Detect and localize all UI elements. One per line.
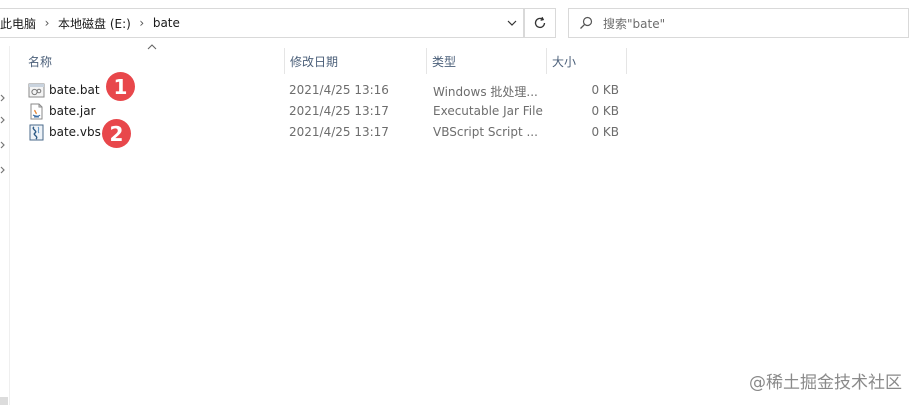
address-bar[interactable]: 此电脑 › 本地磁盘 (E:) › bate (0, 8, 524, 38)
file-type: Executable Jar File (433, 104, 543, 118)
column-divider[interactable] (626, 48, 627, 74)
navigation-pane[interactable] (0, 46, 10, 405)
file-size: 0 KB (591, 125, 619, 139)
annotation-marker-2: 2 (102, 119, 131, 148)
jar-file-icon (30, 103, 43, 120)
batch-file-icon (28, 83, 45, 98)
expand-chevron-icon[interactable] (0, 94, 6, 102)
file-type: Windows 批处理... (433, 85, 538, 99)
expand-chevron-icon[interactable] (0, 116, 6, 124)
column-header-name[interactable]: 名称 (22, 48, 284, 74)
breadcrumb-separator-icon[interactable]: › (36, 16, 58, 30)
breadcrumb: 此电脑 › 本地磁盘 (E:) › bate (0, 9, 180, 37)
refresh-icon (534, 16, 546, 29)
expand-chevron-icon[interactable] (0, 166, 6, 174)
breadcrumb-separator-icon[interactable]: › (131, 16, 153, 30)
watermark: @稀土掘金技术社区 (749, 373, 902, 393)
refresh-button[interactable] (524, 8, 556, 38)
expand-chevron-icon[interactable] (0, 141, 6, 149)
file-date: 2021/4/25 13:17 (289, 125, 389, 139)
column-header-type[interactable]: 类型 (426, 48, 546, 74)
breadcrumb-this-pc[interactable]: 此电脑 (0, 15, 36, 32)
column-header-date[interactable]: 修改日期 (284, 48, 426, 74)
breadcrumb-local-disk-e[interactable]: 本地磁盘 (E:) (58, 15, 131, 32)
search-box[interactable]: 搜索"bate" (568, 8, 909, 38)
file-size: 0 KB (591, 83, 619, 97)
annotation-marker-1: 1 (106, 72, 135, 101)
file-type: VBScript Script ... (433, 125, 538, 139)
vbs-file-icon (29, 124, 44, 141)
file-date: 2021/4/25 13:16 (289, 83, 389, 97)
search-icon (569, 9, 603, 37)
file-explorer-window: 此电脑 › 本地磁盘 (E:) › bate 搜索"bate" 名称 修改日期 … (0, 0, 914, 405)
chevron-down-icon[interactable] (501, 9, 523, 37)
file-name[interactable]: bate.vbs (49, 125, 101, 139)
file-name[interactable]: bate.jar (49, 104, 96, 118)
file-name[interactable]: bate.bat (49, 83, 100, 97)
file-size: 0 KB (591, 104, 619, 118)
column-header-size[interactable]: 大小 (546, 48, 626, 74)
file-date: 2021/4/25 13:17 (289, 104, 389, 118)
breadcrumb-bate[interactable]: bate (153, 16, 180, 30)
nav-scrollbar-thumb[interactable] (0, 397, 8, 405)
search-input[interactable]: 搜索"bate" (603, 15, 665, 32)
